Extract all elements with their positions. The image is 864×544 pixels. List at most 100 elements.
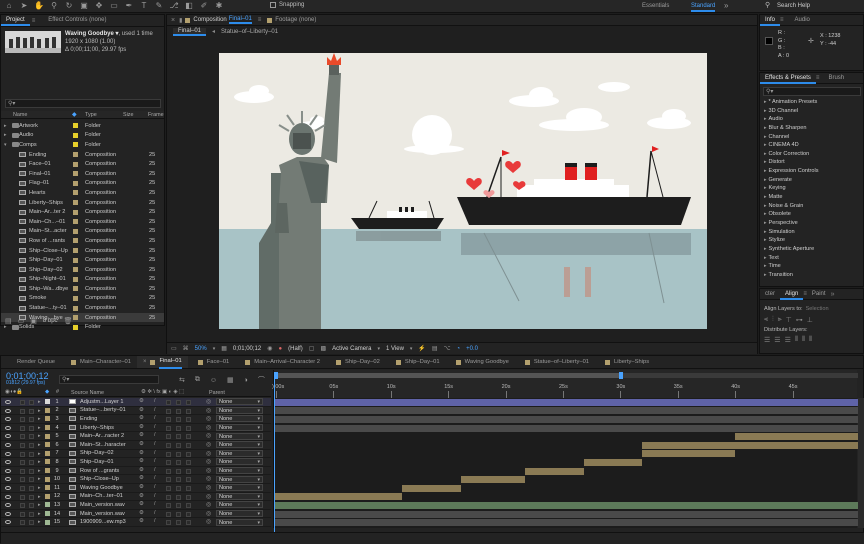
label-color-swatch[interactable] <box>73 152 78 158</box>
layer-disclosure-icon[interactable]: ▸ <box>38 442 41 448</box>
layer-switch-box[interactable] <box>166 417 171 423</box>
column-frame[interactable]: Frame <box>148 112 164 118</box>
label-color-swatch[interactable] <box>73 180 78 186</box>
layer-switch-box[interactable] <box>166 460 171 466</box>
shape-tool-icon[interactable]: ▭ <box>109 1 119 11</box>
shy-switch[interactable]: ⚙ <box>139 484 144 490</box>
shy-switch[interactable]: ⚙ <box>139 432 144 438</box>
layer-row[interactable]: ▸ 6 Main–St...haracter ⚙ / ◎ None <box>1 441 271 450</box>
label-color-swatch[interactable] <box>73 171 78 177</box>
lock-toggle[interactable] <box>29 408 34 414</box>
delete-icon[interactable]: 🗑 <box>64 317 73 325</box>
quality-switch[interactable]: / <box>154 475 156 481</box>
pen-tool-icon[interactable]: ✒ <box>124 1 134 11</box>
tab-project[interactable]: Project <box>1 15 30 26</box>
visibility-eye-icon[interactable] <box>5 442 11 447</box>
workspace-standard[interactable]: Standard <box>691 3 716 12</box>
align-left-icon[interactable]: ⫷ <box>764 316 768 324</box>
label-color-swatch[interactable] <box>73 238 78 244</box>
label-color-swatch[interactable] <box>73 324 78 330</box>
parent-select[interactable]: None <box>216 501 263 509</box>
pick-whip-icon[interactable]: ◎ <box>206 424 211 431</box>
audio-toggle-icon[interactable] <box>5 520 11 525</box>
shy-switch[interactable]: ⚙ <box>139 407 144 413</box>
layer-switch-box[interactable] <box>176 494 181 500</box>
quality-switch[interactable]: / <box>154 424 156 430</box>
disclosure-triangle-icon[interactable]: ▸ <box>4 324 7 330</box>
layer-switch-box[interactable] <box>186 468 191 474</box>
timeline-tab[interactable]: Main–Arrival–Character 2 <box>235 356 326 368</box>
snapping-checkbox[interactable] <box>270 2 276 8</box>
disclosure-triangle-icon[interactable]: ▸ <box>764 220 767 226</box>
project-item[interactable]: Face–01 Composition 25 <box>1 159 164 169</box>
parent-header[interactable]: Parent <box>209 390 225 396</box>
disclosure-triangle-icon[interactable]: ▸ <box>764 194 767 200</box>
shy-switch[interactable]: ⚙ <box>139 424 144 430</box>
layer-duration-bar[interactable] <box>274 510 858 518</box>
search-help-input[interactable]: Search Help <box>777 3 810 9</box>
effect-category[interactable]: ▸ Distort <box>760 158 863 167</box>
solo-toggle[interactable] <box>20 434 25 440</box>
always-preview-icon[interactable]: ▭ <box>171 345 177 352</box>
layer-row[interactable]: ▸ 15 1900909...ew.mp3 ⚙ / ◎ None <box>1 518 271 527</box>
project-item[interactable]: Smoke Composition 25 <box>1 294 164 304</box>
solo-toggle[interactable] <box>20 417 25 423</box>
label-color-swatch[interactable] <box>73 209 78 215</box>
solo-toggle[interactable] <box>20 468 25 474</box>
layer-row[interactable]: ▸ 10 Ship–Close–Up ⚙ / ◎ None <box>1 475 271 484</box>
graph-editor-icon[interactable]: ⌒ <box>258 375 265 385</box>
visibility-eye-icon[interactable] <box>5 400 11 404</box>
workspace-essentials[interactable]: Essentials <box>642 3 669 9</box>
tab-effect-controls[interactable]: Effect Controls (none) <box>43 15 111 26</box>
selected-item-name[interactable]: Waving Goodbye ▾ <box>65 30 118 38</box>
label-color-swatch[interactable] <box>73 286 78 292</box>
layer-switch-box[interactable] <box>166 434 171 440</box>
layer-disclosure-icon[interactable]: ▸ <box>38 485 41 491</box>
shy-switch[interactable]: ⚙ <box>139 510 144 516</box>
project-item[interactable]: Ship–Night–01 Composition 25 <box>1 275 164 285</box>
region-of-interest-icon[interactable]: ▢ <box>309 345 315 352</box>
exposure-icon[interactable]: ◔ <box>457 346 461 352</box>
parent-select[interactable]: None <box>216 458 263 466</box>
lock-toggle[interactable] <box>29 485 34 491</box>
show-channel-icon[interactable]: ● <box>278 346 282 352</box>
tab-audio[interactable]: Audio <box>790 15 815 26</box>
distribute-left-icon[interactable]: ⦀ <box>795 336 798 344</box>
label-color-swatch[interactable] <box>73 161 78 167</box>
composition-viewer[interactable] <box>219 53 707 329</box>
layer-switch-box[interactable] <box>176 417 181 423</box>
effect-category[interactable]: ▸ Audio <box>760 115 863 124</box>
visibility-eye-icon[interactable] <box>5 451 11 456</box>
layer-switch-box[interactable] <box>166 442 171 448</box>
layer-duration-bar[interactable] <box>274 398 858 406</box>
layer-duration-bar[interactable] <box>735 433 858 441</box>
layer-label-swatch[interactable] <box>45 511 50 517</box>
parent-select[interactable]: None <box>216 492 263 500</box>
visibility-eye-icon[interactable] <box>5 460 11 465</box>
label-color-swatch[interactable] <box>73 123 78 129</box>
pick-whip-icon[interactable]: ◎ <box>206 441 211 448</box>
toggle-guides-icon[interactable]: ▦ <box>221 345 227 352</box>
tab-paint[interactable]: Paint <box>807 289 831 300</box>
shy-switch[interactable]: ⚙ <box>139 493 144 499</box>
pick-whip-icon[interactable]: ◎ <box>206 501 211 508</box>
layer-switch-box[interactable] <box>176 503 181 509</box>
lock-toggle[interactable] <box>29 442 34 448</box>
effect-category[interactable]: ▸ Color Correction <box>760 150 863 159</box>
layer-duration-bar[interactable] <box>274 502 858 509</box>
layer-row[interactable]: ▸ 14 Main_version.wav ⚙ / ◎ None <box>1 510 271 519</box>
timeline-tab[interactable]: Waving Goodbye <box>446 356 515 368</box>
layer-switch-box[interactable] <box>166 503 171 509</box>
layer-duration-bar[interactable] <box>525 467 584 475</box>
layer-row[interactable]: ▸ 12 Main–Ch...ter–01 ⚙ / ◎ None <box>1 493 271 502</box>
disclosure-triangle-icon[interactable]: ▸ <box>764 272 767 278</box>
layer-switch-box[interactable] <box>186 485 191 491</box>
layer-switch-box[interactable] <box>166 477 171 483</box>
project-item[interactable]: ▸ Audio Folder <box>1 131 164 141</box>
quality-switch[interactable]: / <box>154 467 156 473</box>
tab-info[interactable]: Info <box>760 15 781 26</box>
layer-disclosure-icon[interactable]: ▸ <box>38 425 41 431</box>
pick-whip-icon[interactable]: ◎ <box>206 475 211 482</box>
layer-row[interactable]: ▸ 4 Liberty–Ships ⚙ / ◎ None <box>1 424 271 433</box>
quality-switch[interactable]: / <box>154 441 156 447</box>
